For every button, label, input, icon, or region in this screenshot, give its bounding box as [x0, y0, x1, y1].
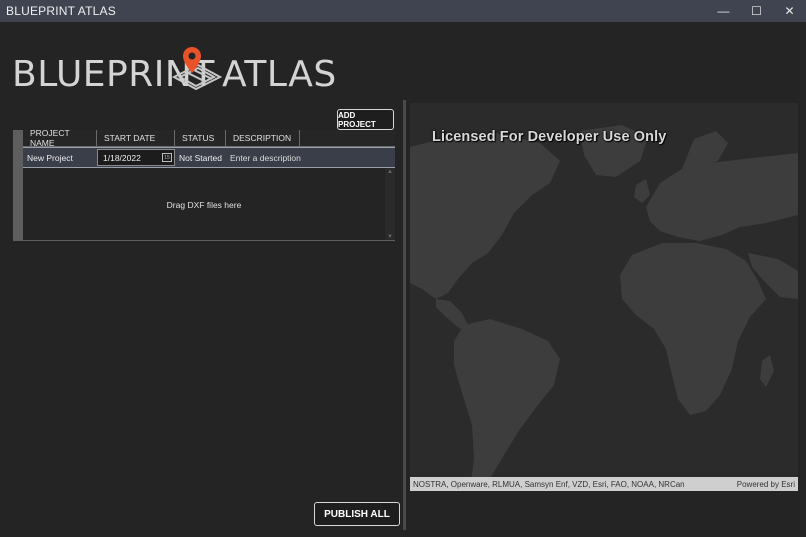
column-header-description[interactable]: DESCRIPTION [226, 130, 300, 146]
scroll-up-icon[interactable]: ▲ [387, 169, 393, 175]
grid-scrollbar[interactable]: ▲ ▼ [385, 168, 395, 241]
attribution-text[interactable]: NOSTRA, Openware, RLMUA, Samsyn Enf, VZD… [413, 480, 685, 489]
column-header-project-name[interactable]: PROJECT NAME [23, 128, 97, 148]
description-cell[interactable]: Enter a description [226, 153, 301, 163]
status-cell: Not Started [179, 152, 222, 163]
land-madagascar [760, 355, 774, 387]
project-grid: PROJECT NAME START DATE STATUS DESCRIPTI… [13, 128, 395, 241]
land-south-america [454, 319, 560, 491]
land-africa [620, 243, 766, 415]
panel-splitter[interactable] [403, 100, 406, 530]
maximize-button[interactable]: ☐ [740, 0, 773, 22]
table-row[interactable]: New Project 1/18/2022 15 Not Started Ent… [23, 147, 395, 168]
title-bar: BLUEPRINT ATLAS — ☐ ✕ [0, 0, 806, 22]
land-north-america [410, 133, 560, 299]
close-button[interactable]: ✕ [773, 0, 806, 22]
drop-hint: Drag DXF files here [166, 199, 242, 210]
grid-row-header[interactable] [13, 130, 23, 241]
logo-text-right: ATLAS [222, 54, 337, 95]
start-date-value: 1/18/2022 [103, 152, 141, 163]
powered-by-esri[interactable]: Powered by Esri [737, 480, 795, 489]
publish-all-button[interactable]: PUBLISH ALL [314, 502, 400, 526]
blueprint-pin-icon [171, 47, 223, 91]
land-central-america [436, 299, 468, 329]
map-view[interactable]: Licensed For Developer Use Only NOSTRA, … [410, 103, 798, 491]
world-map [410, 125, 798, 491]
calendar-icon[interactable]: 15 [162, 153, 172, 162]
minimize-button[interactable]: — [707, 0, 740, 22]
dxf-drop-zone[interactable]: Drag DXF files here [23, 168, 385, 241]
add-project-button[interactable]: ADD PROJECT [337, 109, 394, 130]
land-uk [634, 179, 650, 203]
window-controls: — ☐ ✕ [707, 0, 806, 22]
column-header-status[interactable]: STATUS [175, 130, 226, 146]
app-logo: BLUEPRINT ATLAS [12, 40, 336, 95]
start-date-picker[interactable]: 1/18/2022 15 [97, 149, 175, 166]
column-header-start-date[interactable]: START DATE [97, 130, 175, 146]
window-title: BLUEPRINT ATLAS [6, 4, 116, 18]
project-name-cell[interactable]: New Project [23, 153, 97, 163]
land-europe [646, 153, 798, 241]
map-attribution-bar: NOSTRA, Openware, RLMUA, Samsyn Enf, VZD… [410, 477, 798, 491]
grid-bottom-border [23, 240, 395, 241]
grid-header: PROJECT NAME START DATE STATUS DESCRIPTI… [23, 128, 395, 148]
license-watermark: Licensed For Developer Use Only [432, 129, 667, 145]
